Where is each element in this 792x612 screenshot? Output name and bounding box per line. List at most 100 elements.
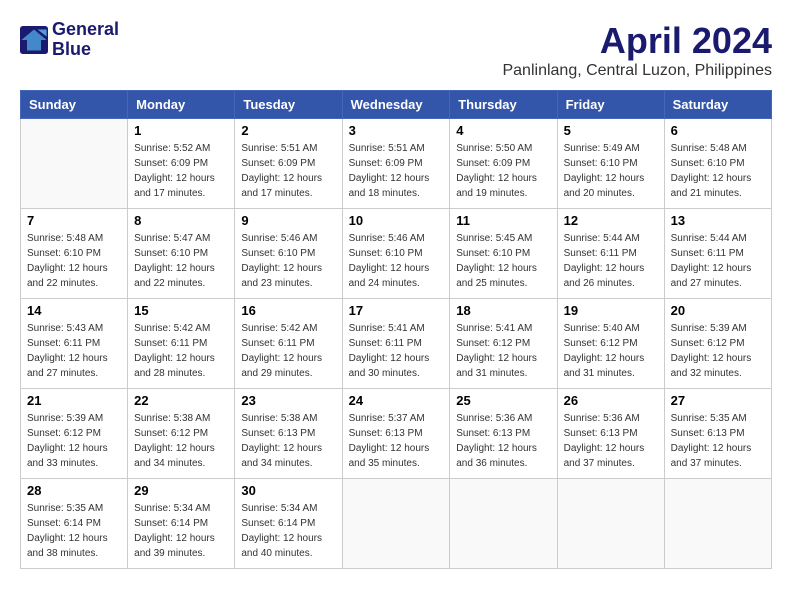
day-info: Sunrise: 5:48 AM Sunset: 6:10 PM Dayligh… xyxy=(27,231,121,291)
day-number: 12 xyxy=(564,213,658,228)
day-number: 17 xyxy=(349,303,444,318)
week-row: 14Sunrise: 5:43 AM Sunset: 6:11 PM Dayli… xyxy=(21,299,772,389)
calendar-cell: 1 Sunrise: 5:52 AM Sunset: 6:09 PM Daylig… xyxy=(128,119,235,209)
month-year: April 2024 xyxy=(502,20,772,62)
calendar-cell: 6 Sunrise: 5:48 AM Sunset: 6:10 PM Daylig… xyxy=(664,119,771,209)
calendar-cell: 27 Sunrise: 5:35 AM Sunset: 6:13 PM Dayli… xyxy=(664,389,771,479)
day-number: 24 xyxy=(349,393,444,408)
header-area: General Blue April 2024 Panlinlang, Cent… xyxy=(20,20,772,80)
calendar-cell: 8 Sunrise: 5:47 AM Sunset: 6:10 PM Daylig… xyxy=(128,209,235,299)
day-number: 4 xyxy=(456,123,550,138)
day-info: Sunrise: 5:35 AM Sunset: 6:14 PM Dayligh… xyxy=(27,501,121,561)
day-number: 19 xyxy=(564,303,658,318)
calendar-cell: 9 Sunrise: 5:46 AM Sunset: 6:10 PM Daylig… xyxy=(235,209,342,299)
calendar-header-row: SundayMondayTuesdayWednesdayThursdayFrid… xyxy=(21,91,772,119)
calendar-cell: 5Sunrise: 5:49 AM Sunset: 6:10 PM Daylig… xyxy=(557,119,664,209)
calendar-cell: 25 Sunrise: 5:36 AM Sunset: 6:13 PM Dayli… xyxy=(450,389,557,479)
header-day: Sunday xyxy=(21,91,128,119)
calendar-cell: 14Sunrise: 5:43 AM Sunset: 6:11 PM Dayli… xyxy=(21,299,128,389)
day-number: 9 xyxy=(241,213,335,228)
week-row: 7 Sunrise: 5:48 AM Sunset: 6:10 PM Daylig… xyxy=(21,209,772,299)
calendar-cell xyxy=(557,479,664,569)
header-day: Monday xyxy=(128,91,235,119)
header-day: Friday xyxy=(557,91,664,119)
day-info: Sunrise: 5:46 AM Sunset: 6:10 PM Dayligh… xyxy=(241,231,335,291)
day-number: 21 xyxy=(27,393,121,408)
day-number: 14 xyxy=(27,303,121,318)
day-info: Sunrise: 5:38 AM Sunset: 6:13 PM Dayligh… xyxy=(241,411,335,471)
day-info: Sunrise: 5:51 AM Sunset: 6:09 PM Dayligh… xyxy=(241,141,335,201)
calendar-cell: 4 Sunrise: 5:50 AM Sunset: 6:09 PM Daylig… xyxy=(450,119,557,209)
calendar-cell: 18 Sunrise: 5:41 AM Sunset: 6:12 PM Dayli… xyxy=(450,299,557,389)
day-info: Sunrise: 5:38 AM Sunset: 6:12 PM Dayligh… xyxy=(134,411,228,471)
calendar-cell: 28Sunrise: 5:35 AM Sunset: 6:14 PM Dayli… xyxy=(21,479,128,569)
logo-line2: Blue xyxy=(52,40,119,60)
day-info: Sunrise: 5:47 AM Sunset: 6:10 PM Dayligh… xyxy=(134,231,228,291)
day-info: Sunrise: 5:39 AM Sunset: 6:12 PM Dayligh… xyxy=(27,411,121,471)
day-info: Sunrise: 5:44 AM Sunset: 6:11 PM Dayligh… xyxy=(671,231,765,291)
week-row: 21 Sunrise: 5:39 AM Sunset: 6:12 PM Dayli… xyxy=(21,389,772,479)
day-info: Sunrise: 5:41 AM Sunset: 6:12 PM Dayligh… xyxy=(456,321,550,381)
day-info: Sunrise: 5:44 AM Sunset: 6:11 PM Dayligh… xyxy=(564,231,658,291)
day-info: Sunrise: 5:36 AM Sunset: 6:13 PM Dayligh… xyxy=(456,411,550,471)
calendar-cell: 3 Sunrise: 5:51 AM Sunset: 6:09 PM Daylig… xyxy=(342,119,450,209)
header-day: Wednesday xyxy=(342,91,450,119)
day-info: Sunrise: 5:40 AM Sunset: 6:12 PM Dayligh… xyxy=(564,321,658,381)
calendar-cell xyxy=(664,479,771,569)
calendar-cell xyxy=(21,119,128,209)
day-info: Sunrise: 5:37 AM Sunset: 6:13 PM Dayligh… xyxy=(349,411,444,471)
header-day: Saturday xyxy=(664,91,771,119)
day-number: 20 xyxy=(671,303,765,318)
calendar-cell: 7 Sunrise: 5:48 AM Sunset: 6:10 PM Daylig… xyxy=(21,209,128,299)
day-info: Sunrise: 5:41 AM Sunset: 6:11 PM Dayligh… xyxy=(349,321,444,381)
calendar-cell: 11Sunrise: 5:45 AM Sunset: 6:10 PM Dayli… xyxy=(450,209,557,299)
day-info: Sunrise: 5:46 AM Sunset: 6:10 PM Dayligh… xyxy=(349,231,444,291)
week-row: 28Sunrise: 5:35 AM Sunset: 6:14 PM Dayli… xyxy=(21,479,772,569)
calendar: SundayMondayTuesdayWednesdayThursdayFrid… xyxy=(20,90,772,569)
calendar-cell: 30Sunrise: 5:34 AM Sunset: 6:14 PM Dayli… xyxy=(235,479,342,569)
day-number: 23 xyxy=(241,393,335,408)
calendar-cell: 26 Sunrise: 5:36 AM Sunset: 6:13 PM Dayli… xyxy=(557,389,664,479)
calendar-cell: 13Sunrise: 5:44 AM Sunset: 6:11 PM Dayli… xyxy=(664,209,771,299)
calendar-cell: 23 Sunrise: 5:38 AM Sunset: 6:13 PM Dayli… xyxy=(235,389,342,479)
header-day: Thursday xyxy=(450,91,557,119)
day-info: Sunrise: 5:42 AM Sunset: 6:11 PM Dayligh… xyxy=(134,321,228,381)
calendar-cell xyxy=(342,479,450,569)
day-info: Sunrise: 5:52 AM Sunset: 6:09 PM Dayligh… xyxy=(134,141,228,201)
day-info: Sunrise: 5:48 AM Sunset: 6:10 PM Dayligh… xyxy=(671,141,765,201)
day-info: Sunrise: 5:36 AM Sunset: 6:13 PM Dayligh… xyxy=(564,411,658,471)
day-info: Sunrise: 5:49 AM Sunset: 6:10 PM Dayligh… xyxy=(564,141,658,201)
day-info: Sunrise: 5:39 AM Sunset: 6:12 PM Dayligh… xyxy=(671,321,765,381)
day-number: 6 xyxy=(671,123,765,138)
day-number: 27 xyxy=(671,393,765,408)
day-number: 18 xyxy=(456,303,550,318)
calendar-cell: 22Sunrise: 5:38 AM Sunset: 6:12 PM Dayli… xyxy=(128,389,235,479)
day-number: 2 xyxy=(241,123,335,138)
calendar-cell: 17 Sunrise: 5:41 AM Sunset: 6:11 PM Dayli… xyxy=(342,299,450,389)
calendar-cell: 15Sunrise: 5:42 AM Sunset: 6:11 PM Dayli… xyxy=(128,299,235,389)
logo: General Blue xyxy=(20,20,119,60)
day-info: Sunrise: 5:42 AM Sunset: 6:11 PM Dayligh… xyxy=(241,321,335,381)
calendar-cell: 20 Sunrise: 5:39 AM Sunset: 6:12 PM Dayli… xyxy=(664,299,771,389)
day-number: 7 xyxy=(27,213,121,228)
day-info: Sunrise: 5:50 AM Sunset: 6:09 PM Dayligh… xyxy=(456,141,550,201)
day-info: Sunrise: 5:51 AM Sunset: 6:09 PM Dayligh… xyxy=(349,141,444,201)
title-area: April 2024 Panlinlang, Central Luzon, Ph… xyxy=(502,20,772,80)
calendar-cell: 24 Sunrise: 5:37 AM Sunset: 6:13 PM Dayli… xyxy=(342,389,450,479)
logo-line1: General xyxy=(52,20,119,40)
day-number: 10 xyxy=(349,213,444,228)
calendar-cell: 10 Sunrise: 5:46 AM Sunset: 6:10 PM Dayli… xyxy=(342,209,450,299)
day-number: 8 xyxy=(134,213,228,228)
day-info: Sunrise: 5:35 AM Sunset: 6:13 PM Dayligh… xyxy=(671,411,765,471)
day-number: 3 xyxy=(349,123,444,138)
calendar-cell: 29Sunrise: 5:34 AM Sunset: 6:14 PM Dayli… xyxy=(128,479,235,569)
day-number: 1 xyxy=(134,123,228,138)
day-number: 30 xyxy=(241,483,335,498)
day-number: 25 xyxy=(456,393,550,408)
location: Panlinlang, Central Luzon, Philippines xyxy=(502,62,772,80)
calendar-cell xyxy=(450,479,557,569)
week-row: 1 Sunrise: 5:52 AM Sunset: 6:09 PM Daylig… xyxy=(21,119,772,209)
calendar-cell: 19 Sunrise: 5:40 AM Sunset: 6:12 PM Dayli… xyxy=(557,299,664,389)
calendar-cell: 2 Sunrise: 5:51 AM Sunset: 6:09 PM Daylig… xyxy=(235,119,342,209)
day-number: 26 xyxy=(564,393,658,408)
